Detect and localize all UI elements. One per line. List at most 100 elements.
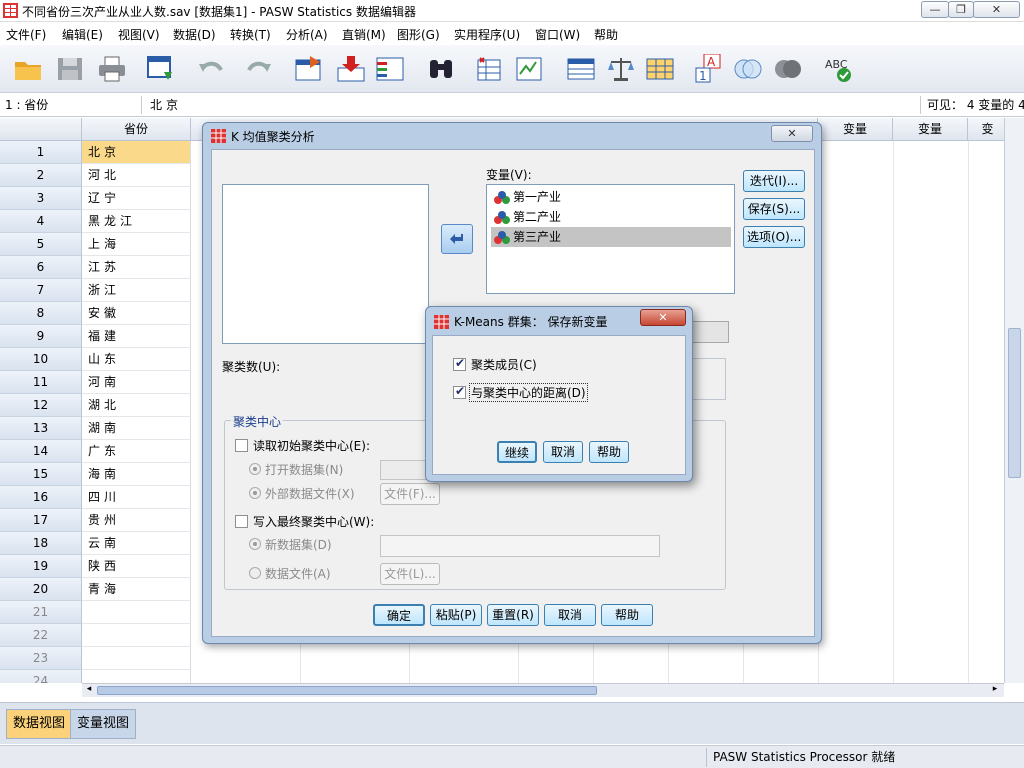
province-cell[interactable] [82,624,191,647]
select-cases-icon[interactable] [645,54,675,84]
options-button[interactable]: 选项(O)... [743,226,805,248]
horizontal-scrollbar[interactable]: ◂ ▸ [82,683,1004,697]
vertical-scrollbar[interactable] [1004,118,1024,683]
save-cancel-button[interactable]: 取消 [543,441,583,463]
column-header-province[interactable]: 省份 [82,118,191,141]
file-button-2[interactable]: 文件(L)... [380,563,440,585]
scroll-left-icon[interactable]: ◂ [82,684,96,697]
spell-check-icon[interactable]: ABC [823,54,853,84]
variable-item[interactable]: 第一产业 [491,187,731,207]
row-header[interactable]: 23 [0,647,82,670]
column-header-var[interactable]: 变量 [818,118,893,141]
recall-dialog-icon[interactable] [146,54,176,84]
horizontal-scroll-thumb[interactable] [97,686,597,695]
row-header[interactable]: 11 [0,371,82,394]
reset-button[interactable]: 重置(R) [487,604,539,626]
row-header[interactable]: 21 [0,601,82,624]
save-disk-icon[interactable] [55,54,85,84]
read-initial-checkbox[interactable] [235,439,248,452]
save-dialog-close-button[interactable]: ✕ [640,309,686,326]
menu-data[interactable]: 数据(D) [173,26,216,43]
province-cell[interactable]: 北京 [82,141,191,164]
binoculars-find-icon[interactable] [426,54,456,84]
paste-button[interactable]: 粘贴(P) [430,604,482,626]
province-cell[interactable]: 湖北 [82,394,191,417]
restore-button[interactable]: ❐ [948,1,974,18]
tab-variable-view[interactable]: 变量视图 [70,709,137,739]
menu-analyze[interactable]: 分析(A) [286,26,328,43]
row-header[interactable]: 18 [0,532,82,555]
province-cell[interactable]: 湖南 [82,417,191,440]
insert-cases-icon[interactable] [474,54,504,84]
province-cell[interactable]: 海南 [82,463,191,486]
province-cell[interactable]: 河南 [82,371,191,394]
selected-variable-list[interactable]: 第一产业 第二产业 第三产业 [486,184,735,294]
open-folder-icon[interactable] [13,54,43,84]
source-variable-list[interactable] [222,184,429,344]
menu-window[interactable]: 窗口(W) [535,26,580,43]
external-file-radio[interactable] [249,487,261,499]
province-cell[interactable] [82,647,191,670]
undo-icon[interactable] [197,54,227,84]
row-header[interactable]: 1 [0,141,82,164]
menu-utilities[interactable]: 实用程序(U) [454,26,520,43]
province-cell[interactable] [82,601,191,624]
cell-value-field[interactable]: 北京 [150,96,182,114]
ok-button[interactable]: 确定 [373,604,425,626]
menu-help[interactable]: 帮助 [594,26,618,43]
row-header[interactable]: 13 [0,417,82,440]
corner-header[interactable] [0,118,82,141]
save-button[interactable]: 保存(S)... [743,198,805,220]
row-header[interactable]: 3 [0,187,82,210]
redo-icon[interactable] [243,54,273,84]
goto-case-icon[interactable] [294,54,324,84]
continue-button[interactable]: 继续 [497,441,537,463]
goto-variable-icon[interactable] [336,54,366,84]
province-cell[interactable]: 辽宁 [82,187,191,210]
use-sets-icon[interactable] [733,54,763,84]
new-dataset-name-field[interactable] [380,535,660,557]
help-button[interactable]: 帮助 [601,604,653,626]
province-cell[interactable]: 江苏 [82,256,191,279]
variables-icon[interactable] [375,54,405,84]
province-cell[interactable]: 贵州 [82,509,191,532]
row-header[interactable]: 10 [0,348,82,371]
province-cell[interactable]: 四川 [82,486,191,509]
vertical-scroll-thumb[interactable] [1008,328,1021,478]
distance-checkbox[interactable] [453,384,466,399]
province-cell[interactable]: 浙江 [82,279,191,302]
dialog-close-button[interactable]: ✕ [771,125,813,142]
menu-view[interactable]: 视图(V) [118,26,160,43]
show-all-variables-icon[interactable] [773,54,803,84]
variable-item[interactable]: 第二产业 [491,207,731,227]
menu-graphs[interactable]: 图形(G) [397,26,440,43]
menu-direct-marketing[interactable]: 直销(M) [342,26,386,43]
province-cell[interactable]: 上海 [82,233,191,256]
row-header[interactable]: 20 [0,578,82,601]
minimize-button[interactable]: — [921,1,949,18]
split-file-icon[interactable] [566,54,596,84]
variable-item-selected[interactable]: 第三产业 [491,227,731,247]
cluster-membership-checkbox[interactable] [453,356,466,371]
row-header[interactable]: 12 [0,394,82,417]
move-variable-button[interactable] [441,224,473,254]
province-cell[interactable]: 安徽 [82,302,191,325]
print-icon[interactable] [97,54,127,84]
row-header[interactable]: 24 [0,670,82,683]
close-window-button[interactable]: ✕ [973,1,1020,18]
column-header-var[interactable]: 变 [968,118,1004,141]
row-header[interactable]: 17 [0,509,82,532]
province-cell[interactable]: 山东 [82,348,191,371]
save-help-button[interactable]: 帮助 [589,441,629,463]
province-cell[interactable]: 河北 [82,164,191,187]
scroll-right-icon[interactable]: ▸ [988,684,1002,697]
menu-file[interactable]: 文件(F) [6,26,46,43]
province-cell[interactable]: 广东 [82,440,191,463]
file-button-1[interactable]: 文件(F)... [380,483,440,505]
province-cell[interactable]: 黑龙江 [82,210,191,233]
row-header[interactable]: 16 [0,486,82,509]
row-header[interactable]: 4 [0,210,82,233]
open-dataset-radio[interactable] [249,463,261,475]
row-header[interactable]: 8 [0,302,82,325]
cancel-button[interactable]: 取消 [544,604,596,626]
